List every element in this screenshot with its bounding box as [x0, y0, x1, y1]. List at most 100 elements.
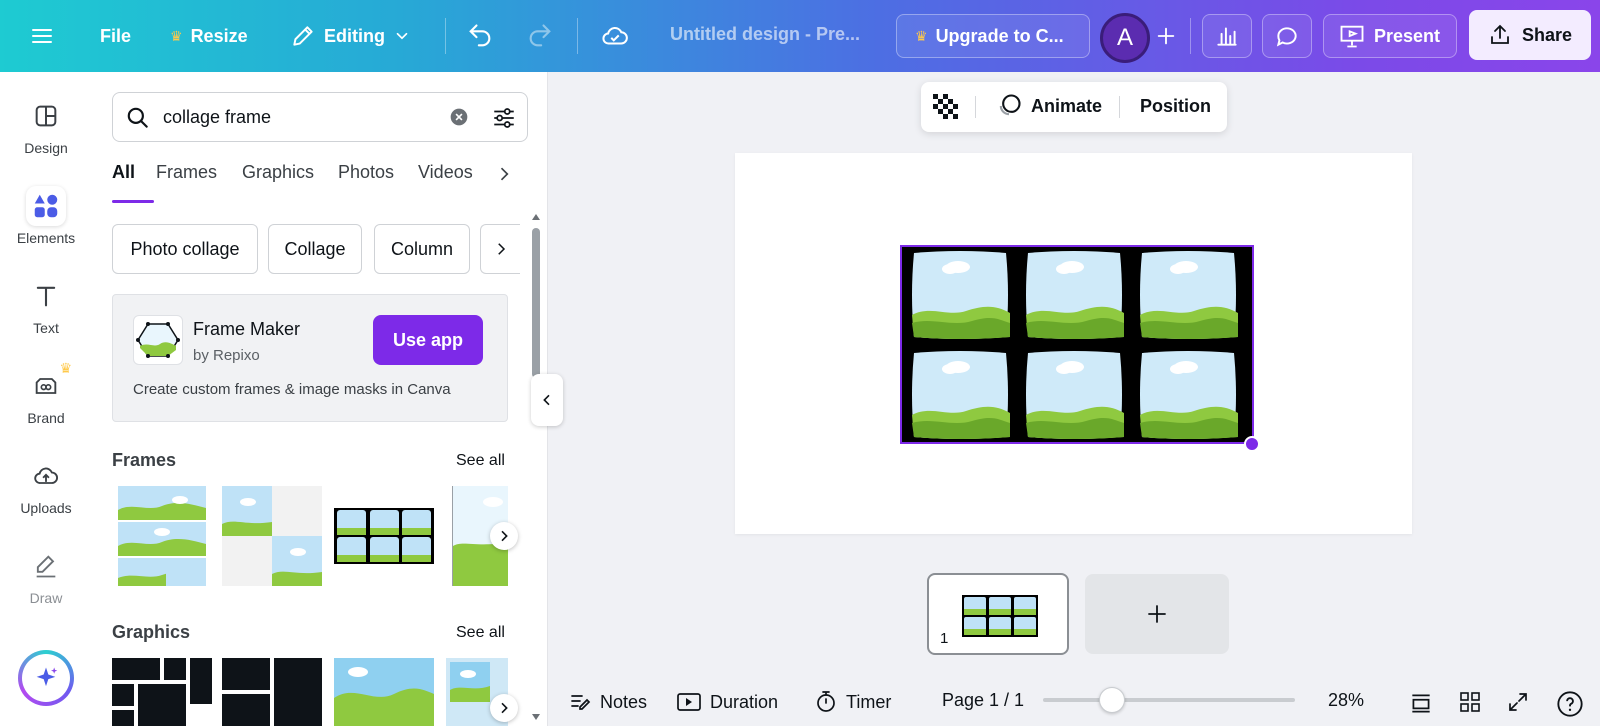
chevron-left-icon [543, 394, 550, 406]
tab-graphics[interactable]: Graphics [242, 162, 314, 183]
frame-maker-app-card[interactable]: Frame Maker by Repixo Use app Create cus… [112, 294, 508, 422]
collapse-panel-button[interactable] [531, 374, 563, 426]
active-tab-indicator [112, 200, 154, 203]
frames-next-button[interactable] [490, 522, 518, 550]
graphics-see-all-link[interactable]: See all [456, 624, 505, 642]
tabs-scroll-right-button[interactable] [494, 164, 514, 189]
timer-button[interactable]: Timer [814, 690, 891, 714]
chip-photo-collage[interactable]: Photo collage [112, 224, 258, 274]
frame-thumbnail[interactable] [334, 486, 434, 586]
grid-view-button[interactable] [1458, 690, 1482, 714]
chevron-right-icon [501, 530, 508, 542]
resize-handle[interactable] [1244, 436, 1260, 452]
toolbar-divider [1119, 96, 1120, 118]
redo-icon [529, 24, 551, 47]
top-bar: File ♛ Resize Editing Untitled design - … [0, 0, 1600, 72]
cloud-check-icon [602, 26, 628, 45]
frames-see-all-link[interactable]: See all [456, 452, 505, 470]
clear-search-button[interactable] [449, 107, 469, 132]
rail-item-draw[interactable]: Draw [0, 546, 92, 606]
graphics-next-button[interactable] [490, 694, 518, 722]
frames-section-title: Frames [112, 450, 177, 470]
page-indicator[interactable]: Page 1 / 1 [942, 690, 1024, 711]
tab-frames[interactable]: Frames [156, 162, 217, 183]
page-view-button[interactable] [1408, 690, 1434, 716]
chip-label: Collage [284, 238, 346, 259]
file-menu-button[interactable]: File [100, 14, 131, 58]
chips-scroll-right-button[interactable] [480, 224, 520, 274]
graphic-thumbnail[interactable] [112, 658, 212, 726]
undo-icon [469, 24, 491, 47]
add-collaborator-button[interactable] [1155, 14, 1177, 58]
search-input[interactable] [163, 105, 443, 129]
present-button[interactable]: Present [1323, 14, 1457, 58]
duration-button[interactable]: Duration [676, 690, 778, 714]
graphics-section-title: Graphics [112, 622, 191, 642]
rail-item-design[interactable]: Design [0, 96, 92, 156]
draw-icon [26, 546, 66, 586]
avatar[interactable]: A [1100, 13, 1150, 63]
add-page-button[interactable] [1085, 574, 1229, 654]
left-rail: Design Elements Text ♛ Brand Uploads Dra… [0, 72, 92, 726]
comments-button[interactable] [1262, 14, 1312, 58]
magic-assistant-button[interactable] [18, 650, 74, 706]
fullscreen-button[interactable] [1506, 690, 1530, 714]
brand-icon: ♛ [26, 360, 72, 406]
design-title[interactable]: Untitled design - Pre... [670, 24, 860, 45]
layout-icon [26, 96, 66, 136]
position-button[interactable]: Position [1140, 96, 1211, 117]
frame-thumbnail[interactable] [222, 486, 322, 586]
animate-button[interactable]: Animate [995, 92, 1102, 120]
frame-thumbnail[interactable] [118, 486, 206, 586]
undo-button[interactable] [466, 14, 494, 58]
upgrade-label: Upgrade to C... [935, 25, 1064, 46]
redo-button[interactable] [526, 14, 554, 58]
rail-item-uploads[interactable]: Uploads [0, 456, 92, 516]
zoom-slider[interactable] [1043, 698, 1295, 702]
graphic-thumbnail[interactable] [222, 658, 322, 726]
share-button[interactable]: Share [1469, 10, 1591, 60]
tab-photos[interactable]: Photos [338, 162, 394, 183]
use-app-button[interactable]: Use app [373, 315, 483, 365]
toolbar-divider [975, 96, 976, 118]
chip-column[interactable]: Column [374, 224, 470, 274]
help-button[interactable] [1556, 690, 1584, 718]
animate-icon [999, 94, 1021, 116]
app-author: by Repixo [193, 347, 260, 364]
editing-mode-button[interactable]: Editing [290, 14, 411, 58]
share-icon [1491, 24, 1509, 44]
selected-collage-frame[interactable] [900, 245, 1254, 444]
rail-label: Uploads [20, 500, 72, 516]
rail-item-elements[interactable]: Elements [0, 186, 92, 246]
save-status-button[interactable] [600, 14, 630, 58]
resize-label: Resize [190, 25, 248, 46]
duration-label: Duration [710, 691, 779, 712]
resize-button[interactable]: ♛ Resize [170, 14, 248, 58]
chip-collage[interactable]: Collage [268, 224, 362, 274]
filter-button[interactable] [491, 105, 517, 136]
animate-label: Animate [1031, 95, 1103, 116]
transparency-button[interactable] [933, 94, 959, 125]
tab-videos[interactable]: Videos [418, 162, 473, 183]
share-label: Share [1521, 24, 1573, 45]
tab-all[interactable]: All [112, 162, 135, 183]
zoom-level[interactable]: 28% [1328, 690, 1364, 711]
scrollbar-thumb[interactable] [532, 228, 540, 378]
panel-scrollbar[interactable] [532, 212, 540, 722]
notes-button[interactable]: Notes [568, 690, 647, 714]
insights-button[interactable] [1202, 14, 1252, 58]
avatar-initial: A [1116, 24, 1133, 51]
upgrade-button[interactable]: ♛ Upgrade to C... [896, 14, 1090, 58]
graphic-thumbnail[interactable] [334, 658, 434, 726]
filter-sliders-icon [494, 108, 514, 128]
zoom-slider-knob[interactable] [1099, 687, 1125, 713]
text-icon [26, 276, 66, 316]
notes-label: Notes [600, 691, 648, 712]
rail-item-brand[interactable]: ♛ Brand [0, 360, 92, 426]
rail-item-text[interactable]: Text [0, 276, 92, 336]
chevron-right-icon [497, 243, 505, 255]
rail-label: Text [33, 320, 59, 336]
menu-button[interactable] [30, 14, 54, 58]
pages-view-icon [1412, 694, 1430, 713]
app-logo [133, 315, 183, 365]
